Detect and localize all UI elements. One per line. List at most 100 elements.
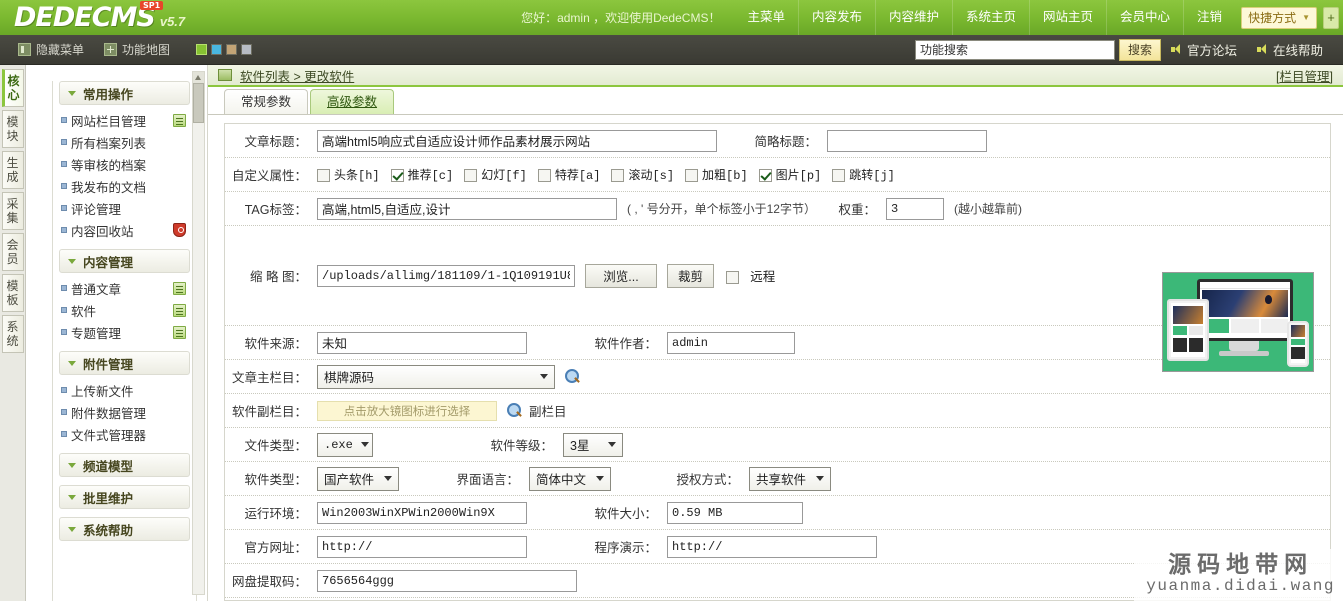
main-column-select[interactable]: 棋牌源码 [317, 364, 555, 389]
attr-image[interactable]: 图片[p] [758, 166, 821, 183]
nav-publish-content[interactable]: 内容发布 [797, 0, 875, 35]
software-rank-select[interactable]: 3星 [563, 432, 623, 457]
sidebar-item-my-documents[interactable]: 我发布的文档 [53, 175, 196, 197]
tab-general-params[interactable]: 常规参数 [224, 89, 309, 114]
tab-advanced-params[interactable]: 高级参数 [310, 89, 395, 114]
sidebar-item-special-manage[interactable]: 专题管理 [53, 321, 196, 343]
netdisk-code-input[interactable] [317, 569, 577, 592]
nav-logout[interactable]: 注销 [1183, 0, 1235, 35]
software-type-select[interactable]: 国产软件 [317, 466, 399, 491]
function-map-button[interactable]: 功能地图 [96, 41, 178, 58]
attr-bold[interactable]: 加粗[b] [685, 166, 748, 183]
scroll-up-arrow-icon[interactable] [193, 72, 204, 83]
add-shortcut-button[interactable]: + [1323, 6, 1339, 29]
file-type-select[interactable]: .exe [317, 432, 373, 457]
attr-slide[interactable]: 幻灯[f] [464, 166, 527, 183]
logo-text: DEDECMS [14, 2, 156, 33]
official-forum-link[interactable]: 官方论坛 [1161, 40, 1247, 59]
search-column-icon[interactable] [565, 368, 581, 385]
thumbnail-preview-image[interactable] [1162, 272, 1314, 372]
demo-url-input[interactable] [667, 535, 877, 558]
sidebar-item-file-manager[interactable]: 文件式管理器 [53, 423, 196, 445]
sidebar-scrollbar[interactable] [192, 71, 205, 595]
remote-checkbox[interactable] [726, 271, 740, 285]
sidebar-group-batch-maintain[interactable]: 批里维护 [59, 485, 190, 509]
hide-menu-button[interactable]: 隐藏菜单 [10, 41, 92, 58]
nav-maintain-content[interactable]: 内容维护 [874, 0, 952, 35]
sidebar-item-attachment-data[interactable]: 附件数据管理 [53, 401, 196, 423]
crop-button[interactable]: 裁剪 [667, 263, 715, 288]
nav-main-menu[interactable]: 主菜单 [734, 0, 798, 35]
theme-swatch-gray[interactable] [241, 44, 253, 55]
nav-site-home[interactable]: 网站主页 [1029, 0, 1106, 35]
hide-menu-label: 隐藏菜单 [36, 43, 85, 57]
logo[interactable]: DEDECMS v5.7 SP1 [0, 0, 200, 35]
sidebar-item-recycle-bin[interactable]: 内容回收站 [53, 219, 196, 241]
attr-jump[interactable]: 跳转[j] [832, 166, 895, 183]
article-title-input[interactable] [317, 129, 717, 152]
sidebar-item-pending-archives[interactable]: 等审核的档案 [53, 153, 196, 175]
tag-input[interactable] [317, 197, 617, 220]
weight-input[interactable] [885, 197, 944, 220]
select-sub-column-icon[interactable] [507, 402, 523, 419]
sub-column-link[interactable]: 副栏目 [529, 401, 567, 420]
sidebar-item-column-manage[interactable]: 网站栏目管理 [53, 109, 196, 131]
sidebar-group-attachment-manage[interactable]: 附件管理 [59, 351, 190, 375]
breadcrumb-column-manage-link[interactable]: [栏目管理] [1276, 66, 1333, 85]
sidebar-item-all-archives[interactable]: 所有档案列表 [53, 131, 196, 153]
module-tab-core[interactable]: 核心 [1, 69, 24, 107]
theme-swatch-green[interactable] [196, 44, 208, 55]
sidebar-group-channel-model[interactable]: 频道模型 [59, 453, 190, 477]
module-tab-generate[interactable]: 生成 [1, 151, 24, 189]
runtime-env-input[interactable] [317, 501, 527, 524]
shortcut-dropdown[interactable]: 快捷方式 ▼ [1241, 6, 1317, 29]
theme-swatch-tan[interactable] [226, 44, 238, 55]
sidebar-item-comment-manage[interactable]: 评论管理 [53, 197, 196, 219]
official-url-input[interactable] [317, 535, 527, 558]
attr-scroll-checkbox[interactable] [611, 169, 625, 183]
license-select[interactable]: 共享软件 [749, 466, 831, 491]
attr-headline-checkbox[interactable] [317, 169, 330, 183]
module-tab-system[interactable]: 系统 [1, 315, 24, 353]
attr-special-recommend-checkbox[interactable] [537, 169, 551, 183]
theme-swatch-blue[interactable] [211, 44, 223, 55]
sidebar-item-normal-article[interactable]: 普通文章 [53, 277, 196, 299]
attr-recommend-checkbox[interactable] [390, 169, 404, 183]
sidebar-group-content-manage[interactable]: 内容管理 [59, 249, 190, 273]
search-button[interactable]: 搜索 [1118, 38, 1161, 61]
interface-language-select[interactable]: 简体中文 [529, 466, 611, 491]
online-help-link[interactable]: 在线帮助 [1247, 40, 1333, 59]
module-tab-templates[interactable]: 模板 [1, 274, 24, 312]
breadcrumb-text[interactable]: 软件列表 > 更改软件 [240, 66, 354, 85]
attr-headline[interactable]: 头条[h] [317, 166, 380, 183]
module-tab-members[interactable]: 会员 [1, 233, 24, 271]
sidebar-item-label: 普通文章 [71, 282, 122, 297]
attr-recommend[interactable]: 推荐[c] [390, 166, 453, 183]
nav-member-center[interactable]: 会员中心 [1106, 0, 1183, 35]
software-source-input[interactable] [317, 331, 527, 354]
sidebar-item-software[interactable]: 软件 [53, 299, 196, 321]
attr-slide-checkbox[interactable] [464, 169, 478, 183]
scrollbar-thumb[interactable] [193, 83, 204, 123]
nav-system-home[interactable]: 系统主页 [952, 0, 1029, 35]
thumbnail-path-input[interactable] [317, 264, 575, 287]
sidebar-group-common-ops[interactable]: 常用操作 [59, 81, 190, 105]
software-author-input[interactable] [667, 331, 795, 354]
module-tab-collect[interactable]: 采集 [1, 192, 24, 230]
short-title-input[interactable] [827, 129, 987, 152]
attr-bold-checkbox[interactable] [685, 169, 699, 183]
attr-special-recommend[interactable]: 特荐[a] [537, 166, 600, 183]
sidebar-group-system-help[interactable]: 系统帮助 [59, 517, 190, 541]
software-size-input[interactable] [667, 501, 803, 524]
attr-jump-checkbox[interactable] [832, 169, 846, 183]
browse-button[interactable]: 浏览... [585, 263, 657, 288]
bullet-icon [61, 431, 67, 437]
attr-image-checkbox[interactable] [758, 169, 772, 183]
sidebar-item-upload-file[interactable]: 上传新文件 [53, 379, 196, 401]
function-search-input[interactable] [914, 39, 1115, 60]
remote-option[interactable]: 远程 [726, 266, 775, 285]
attr-scroll[interactable]: 滚动[s] [611, 166, 674, 183]
sidebar-group-label: 常用操作 [83, 87, 134, 102]
module-tab-modules[interactable]: 模块 [1, 110, 24, 148]
sub-column-placeholder-box[interactable]: 点击放大镜图标进行选择 [317, 400, 497, 421]
